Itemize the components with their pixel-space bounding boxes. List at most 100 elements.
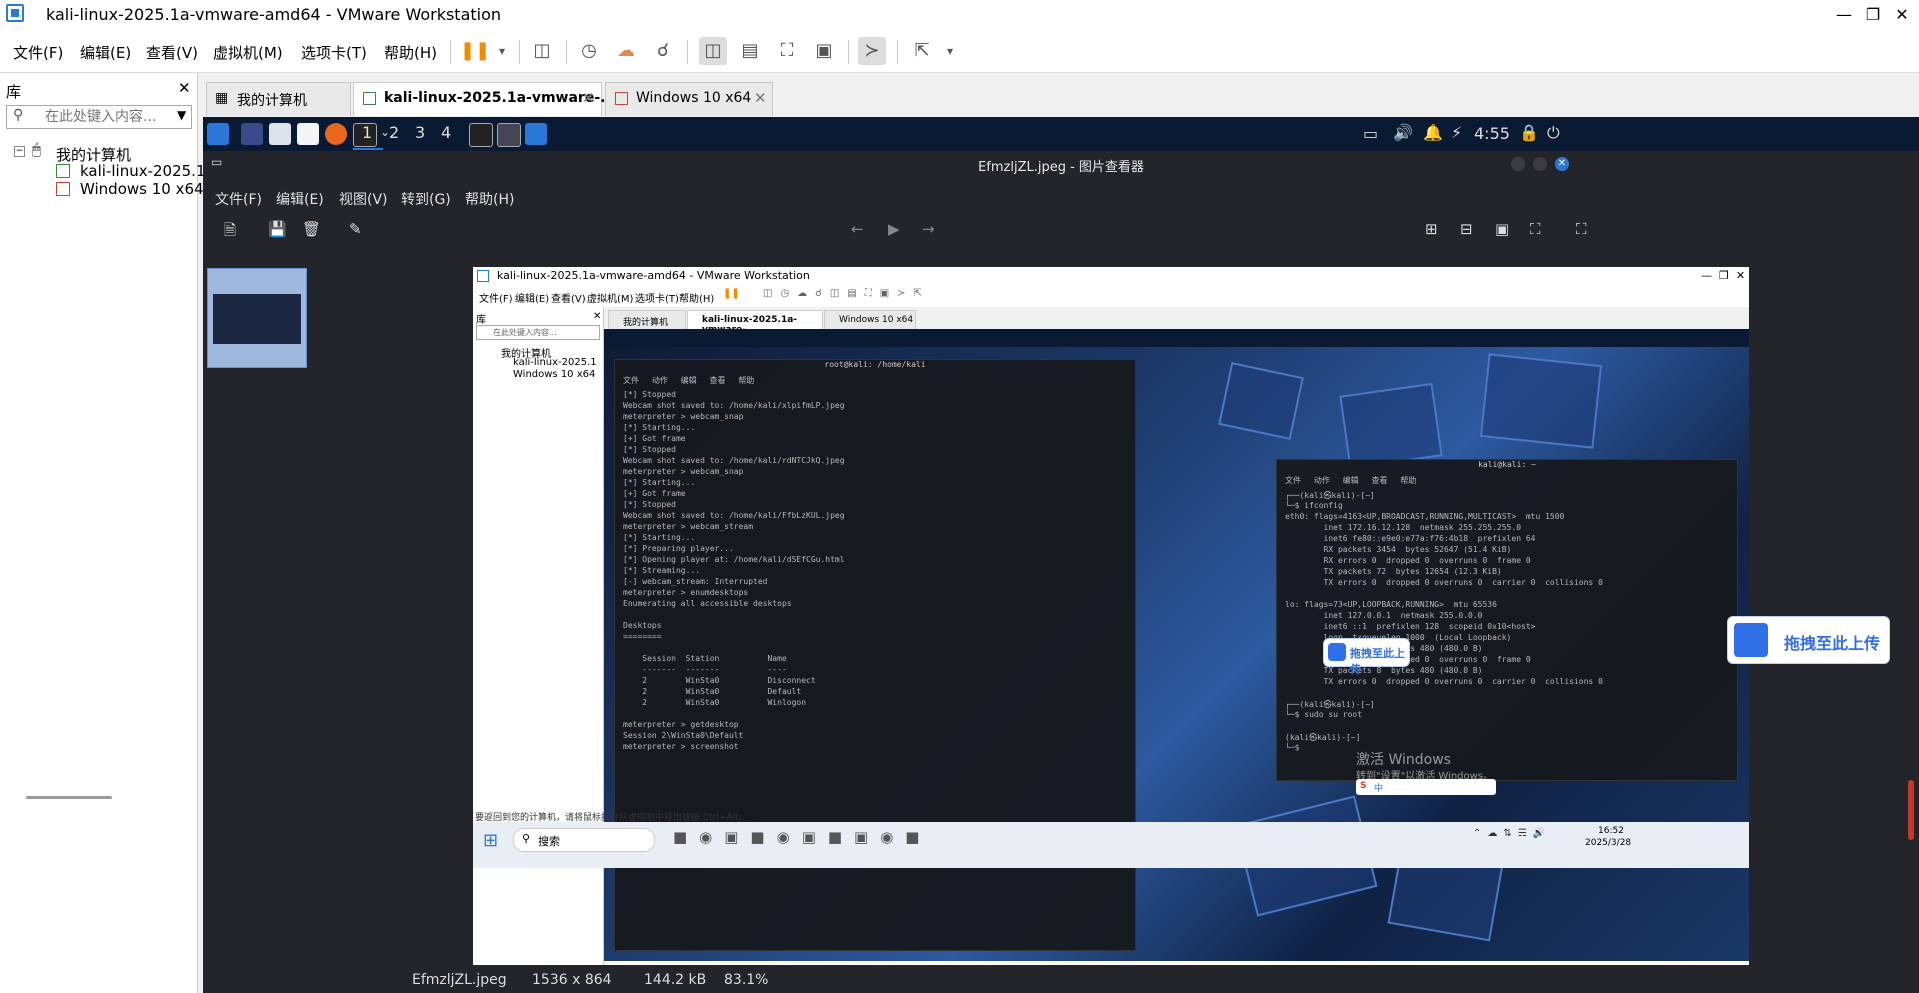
tree-item-windows10[interactable]: Windows 10 x64 — [80, 180, 204, 198]
terminal-line: Webcam shot saved to: /home/kali/xlpifmL… — [623, 401, 845, 410]
pause-icon[interactable]: ❚❚ — [460, 37, 490, 65]
revert-snapshot-icon[interactable]: ☁ — [612, 37, 640, 65]
terminal-task-icon[interactable] — [469, 123, 493, 147]
stretch-dropdown-chevron-icon[interactable]: ▾ — [936, 37, 964, 65]
menu-vm[interactable]: 虚拟机(M) — [213, 42, 283, 63]
tree-collapse-icon[interactable]: − — [14, 146, 25, 157]
fit-window-icon[interactable]: ⛶ — [1530, 220, 1541, 238]
tree-item-kali[interactable]: kali-linux-2025.1 — [80, 162, 206, 180]
separator — [519, 40, 520, 64]
next-icon[interactable]: → — [922, 220, 935, 238]
kali-menu-icon[interactable] — [207, 123, 229, 145]
window-title: kali-linux-2025.1a-vmware-amd64 - VMware… — [46, 5, 502, 24]
terminal-line: (kali㉿kali)-[~] — [1285, 733, 1361, 742]
library-scrollbar[interactable] — [26, 796, 112, 799]
menu-edit[interactable]: 编辑(E) — [80, 42, 131, 63]
menu-file[interactable]: 文件(F) — [13, 42, 63, 63]
workspace-2[interactable]: 2 — [389, 123, 399, 142]
image-thumbnail[interactable] — [207, 268, 307, 368]
terminal-line: [*] Streaming... — [623, 566, 701, 575]
snapshot-icon[interactable]: ◷ — [575, 37, 603, 65]
thumbnail-bar-icon[interactable]: ▤ — [736, 37, 764, 65]
show-library-icon[interactable]: ◫ — [699, 37, 727, 65]
previous-icon[interactable]: ← — [851, 220, 864, 238]
upload-widget[interactable]: 拖拽至此上传 — [1727, 616, 1890, 664]
viewer-minimize-button[interactable] — [1511, 157, 1525, 171]
zoom-out-icon[interactable]: ⊟ — [1460, 220, 1473, 238]
vmware-logo-icon — [477, 270, 489, 282]
menu-tabs[interactable]: 选项卡(T) — [301, 42, 367, 63]
library-search-input[interactable] — [43, 108, 177, 126]
stretch-icon[interactable]: ⇱ — [908, 37, 936, 65]
viewer-menu-file[interactable]: 文件(F) — [215, 189, 262, 209]
viewer-menu-view[interactable]: 视图(V) — [339, 189, 388, 209]
snapshot-manager-icon[interactable]: ☌ — [649, 37, 677, 65]
scrollbar-thumb[interactable] — [1908, 780, 1914, 840]
viewer-menu-help[interactable]: 帮助(H) — [465, 189, 514, 209]
lock-icon[interactable]: 🔒 — [1519, 123, 1539, 142]
image-terminal-menu-item: 文件 — [1285, 476, 1301, 485]
console-view-icon[interactable]: ≻ — [858, 37, 886, 65]
file-manager-icon[interactable] — [269, 123, 291, 145]
play-slideshow-icon[interactable]: ▶ — [888, 220, 900, 238]
viewer-menu-goto[interactable]: 转到(G) — [401, 189, 451, 209]
actual-size-icon[interactable]: ▣ — [1495, 220, 1509, 238]
image-viewer-task-icon[interactable] — [497, 123, 521, 147]
home-task-icon[interactable] — [525, 123, 547, 145]
open-folder-icon[interactable]: 🗎 — [224, 220, 236, 245]
text-editor-icon[interactable] — [297, 123, 319, 145]
image-title-bar: kali-linux-2025.1a-vmware-amd64 - VMware… — [473, 267, 1749, 285]
terminal-line: Webcam shot saved to: /home/kali/FfbLzKU… — [623, 511, 845, 520]
pause-dropdown-chevron-icon[interactable]: ▾ — [488, 37, 516, 65]
close-library-icon[interactable]: ✕ — [178, 79, 191, 97]
workspace-1[interactable]: 1 — [362, 123, 372, 142]
power-icon[interactable]: ⏻ — [1547, 123, 1560, 143]
maximize-button[interactable]: ❐ — [1858, 2, 1888, 28]
close-tab-icon[interactable]: ✕ — [582, 89, 595, 107]
viewer-menu-edit[interactable]: 编辑(E) — [276, 189, 324, 209]
desktop-icon[interactable] — [241, 123, 263, 145]
zoom-in-icon[interactable]: ⊞ — [1425, 220, 1438, 238]
viewer-status-bar: EfmzljZL.jpeg 1536 x 864 144.2 kB 83.1% — [406, 968, 1919, 993]
cloud-upload-icon — [1328, 643, 1346, 661]
image-library-search-text: 在此处键入内容... — [493, 328, 557, 337]
notification-bell-icon[interactable]: 🔔 — [1423, 123, 1443, 142]
viewer-close-button[interactable]: ✕ — [1555, 157, 1569, 171]
battery-icon[interactable]: ⚡ — [1451, 123, 1462, 142]
vm-screen[interactable]: ⌄ 1 2 3 4 ▭ 🔊 🔔 ⚡ 4:55 🔒 ⏻ ▭ EfmzljZL.jp… — [203, 117, 1919, 993]
minimize-button[interactable]: — — [1829, 2, 1859, 28]
workspace-3[interactable]: 3 — [415, 123, 425, 142]
full-screen-icon[interactable]: ⛶ — [773, 37, 801, 65]
workspace-4[interactable]: 4 — [441, 123, 451, 142]
terminal-line: eth0: flags=4163<UP,BROADCAST,RUNNING,MU… — [1285, 512, 1565, 521]
search-dropdown-chevron-icon[interactable]: ▼ — [177, 108, 186, 122]
panel-clock[interactable]: 4:55 — [1474, 124, 1510, 143]
upload-widget-small[interactable]: 拖拽至此上传 — [1323, 638, 1410, 676]
terminal-line: [*] Starting... — [623, 478, 696, 487]
image-ime-mode: 中 — [1374, 784, 1384, 794]
edit-pencil-icon[interactable]: ✎ — [349, 220, 362, 238]
send-ctrl-alt-del-icon[interactable]: ◫ — [528, 37, 556, 65]
tab-my-computer[interactable]: ▦ 我的计算机 — [206, 82, 351, 116]
firefox-icon[interactable] — [325, 123, 347, 145]
close-tab-icon[interactable]: ✕ — [754, 89, 767, 107]
terminal-line: 2 WinSta0 Winlogon — [623, 698, 807, 707]
unity-icon[interactable]: ▣ — [810, 37, 838, 65]
image-kali-panel — [604, 329, 1749, 347]
delete-icon[interactable]: 🗑 — [302, 220, 321, 238]
display-icon[interactable]: ▭ — [1363, 124, 1378, 143]
library-search-box[interactable]: ⚲ ▼ — [6, 105, 192, 129]
close-button[interactable]: ✕ — [1887, 2, 1917, 28]
fullscreen-icon[interactable]: ⛶ — [1576, 220, 1587, 238]
menu-view[interactable]: 查看(V) — [146, 42, 198, 63]
tab-windows10[interactable]: Windows 10 x64 ✕ — [605, 82, 773, 116]
viewer-maximize-button[interactable] — [1533, 157, 1547, 171]
terminal-line: TX packets 72 bytes 12654 (12.3 KiB) — [1285, 567, 1502, 576]
tab-kali[interactable]: kali-linux-2025.1a-vmware-... ✕ — [353, 82, 616, 116]
image-tree-item: kali-linux-2025.1 — [513, 357, 597, 368]
terminal-line: meterpreter > enumdesktops — [623, 588, 749, 597]
menu-help[interactable]: 帮助(H) — [384, 42, 437, 63]
volume-icon[interactable]: 🔊 — [1393, 123, 1413, 142]
save-icon[interactable]: 💾 — [268, 220, 287, 238]
terminal-line: TX errors 0 dropped 0 overruns 0 carrier… — [1285, 578, 1603, 587]
